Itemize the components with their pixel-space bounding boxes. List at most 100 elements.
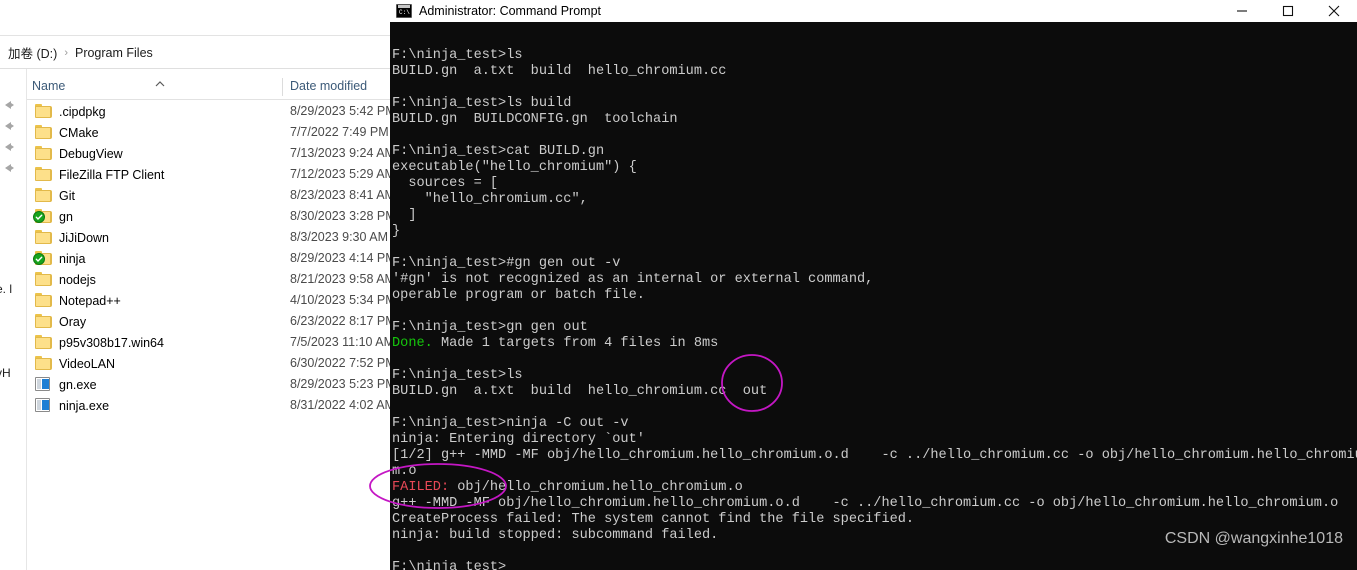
file-list[interactable]: .cipdpkg 8/29/2023 5:42 PM CMake 7/7/2022 7… [27,101,396,416]
folder-icon [35,314,52,329]
file-date-modified: 4/10/2023 5:34 PM [290,293,396,307]
file-name: ninja [59,251,86,266]
file-row[interactable]: gn 8/30/2023 3:28 PM [27,206,396,227]
file-row[interactable]: FileZilla FTP Client 7/12/2023 5:29 AM [27,164,395,185]
file-row[interactable]: gn.exe 8/29/2023 5:23 PM [27,374,396,395]
console-line: ninja: Entering directory `out' [392,432,1357,448]
console-text-segment: Done. [392,336,433,351]
nav-item-fragment[interactable]: vH [0,366,11,380]
file-row[interactable]: DebugView 7/13/2023 9:24 AM [27,143,395,164]
console-text-segment: '#gn' is not recognized as an internal o… [392,272,874,287]
file-row[interactable]: CMake 7/7/2022 7:49 PM [27,122,392,143]
console-line: BUILD.gn a.txt build hello_chromium.cc [392,64,1357,80]
column-header-row: Name Date modified [27,76,392,100]
file-row[interactable]: ninja.exe 8/31/2022 4:02 AM [27,395,395,416]
file-name: Oray [59,314,87,329]
file-row[interactable]: p95v308b17.win64 7/5/2023 11:10 AM [27,332,394,353]
column-divider[interactable] [282,78,283,96]
console-text-segment: Made 1 targets from 4 files in 8ms [432,336,719,351]
sort-ascending-icon [154,75,166,87]
file-date-modified: 8/29/2023 5:42 PM [290,104,396,118]
file-date-modified: 8/23/2023 8:41 AM [290,188,395,202]
console-text-segment: BUILD.gn BUILDCONFIG.gn toolchain [392,112,678,127]
file-name: FileZilla FTP Client [59,167,165,182]
console-line: F:\ninja_test>ls [392,48,1357,64]
pin-icon [2,161,16,175]
console-text-segment: BUILD.gn a.txt build hello_chromium.cc [392,64,727,79]
file-date-modified: 8/31/2022 4:02 AM [290,398,395,412]
console-text-segment: operable program or batch file. [392,288,645,303]
folder-icon [35,335,52,350]
file-row[interactable]: JiJiDown 8/3/2023 9:30 AM [27,227,392,248]
file-date-modified: 7/13/2023 9:24 AM [290,146,395,160]
folder-icon [35,272,52,287]
screen: 加卷 (D:) › Program Files e. l vH [0,0,1357,570]
console-icon: C:\ [396,4,412,18]
console-text-segment: F:\ninja_test> [392,560,507,570]
navigation-pane[interactable]: e. l vH [0,69,27,570]
console-line: CreateProcess failed: The system cannot … [392,512,1357,528]
file-name: ninja.exe [59,398,110,413]
close-button[interactable] [1311,0,1357,22]
nav-item-fragment[interactable]: e. l [0,282,12,296]
console-title-bar[interactable]: C:\ Administrator: Command Prompt [390,0,1357,22]
console-text: F:\ninja_test>ls BUILD.gn a.txt build hel… [392,48,1357,570]
breadcrumb-drive[interactable]: 加卷 (D:) [8,43,57,62]
console-text-segment: executable("hello_chromium") { [392,160,637,175]
console-line: [1/2] g++ -MMD -MF obj/hello_chromium.he… [392,448,1357,464]
file-date-modified: 7/7/2022 7:49 PM [290,125,389,139]
console-text-segment: F:\ninja_test>ls [392,48,523,63]
console-text-segment: g++ -MMD -MF obj/hello_chromium.hello_ch… [392,496,1339,511]
console-text-segment: ninja: build stopped: subcommand failed. [392,528,719,543]
console-text-segment: "hello_chromium.cc", [392,192,588,207]
file-date-modified: 8/3/2023 9:30 AM [290,230,388,244]
file-name: JiJiDown [59,230,110,245]
console-line: BUILD.gn BUILDCONFIG.gn toolchain [392,112,1357,128]
file-row[interactable]: Oray 6/23/2022 8:17 PM [27,311,396,332]
folder-icon [35,188,52,203]
file-row[interactable]: .cipdpkg 8/29/2023 5:42 PM [27,101,396,122]
file-name: Notepad++ [59,293,121,308]
console-line: m.o [392,464,1357,480]
file-date-modified: 8/30/2023 3:28 PM [290,209,396,223]
minimize-button[interactable] [1219,0,1265,22]
file-row[interactable]: Git 8/23/2023 8:41 AM [27,185,395,206]
file-row[interactable]: ninja 8/29/2023 4:14 PM [27,248,396,269]
console-text-segment: } [392,224,401,239]
breadcrumb-folder[interactable]: Program Files [75,46,153,60]
application-icon [35,377,52,392]
breadcrumb-separator-icon: › [64,46,68,59]
console-output-area[interactable]: F:\ninja_test>ls BUILD.gn a.txt build hel… [390,22,1357,570]
console-line: F:\ninja_test> [392,560,1357,570]
console-line: Done. Made 1 targets from 4 files in 8ms [392,336,1357,352]
file-row[interactable]: nodejs 8/21/2023 9:58 AM [27,269,395,290]
column-header-date-modified[interactable]: Date modified [290,79,367,93]
maximize-button[interactable] [1265,0,1311,22]
application-icon [35,398,52,413]
file-explorer-window: 加卷 (D:) › Program Files e. l vH [0,0,396,570]
file-row[interactable]: VideoLAN 6/30/2022 7:52 PM [27,353,396,374]
file-row[interactable]: Notepad++ 4/10/2023 5:34 PM [27,290,396,311]
console-line: BUILD.gn a.txt build hello_chromium.cc o… [392,384,1357,400]
file-name: gn.exe [59,377,97,392]
console-text-segment: CreateProcess failed: The system cannot … [392,512,915,527]
file-name: DebugView [59,146,123,161]
folder-icon-synced [33,251,52,266]
address-bar[interactable]: 加卷 (D:) › Program Files [0,37,392,69]
folder-icon [35,167,52,182]
file-date-modified: 8/29/2023 4:14 PM [290,251,396,265]
column-header-name[interactable]: Name [32,79,65,93]
console-line: F:\ninja_test>#gn gen out -v [392,256,1357,272]
console-line: sources = [ [392,176,1357,192]
console-text-segment: BUILD.gn a.txt build hello_chromium.cc o… [392,384,768,399]
folder-icon [35,356,52,371]
file-name: .cipdpkg [59,104,106,119]
file-date-modified: 7/12/2023 5:29 AM [290,167,395,181]
console-line: g++ -MMD -MF obj/hello_chromium.hello_ch… [392,496,1357,512]
console-line: F:\ninja_test>ls [392,368,1357,384]
file-date-modified: 6/23/2022 8:17 PM [290,314,396,328]
pin-icon [2,119,16,133]
